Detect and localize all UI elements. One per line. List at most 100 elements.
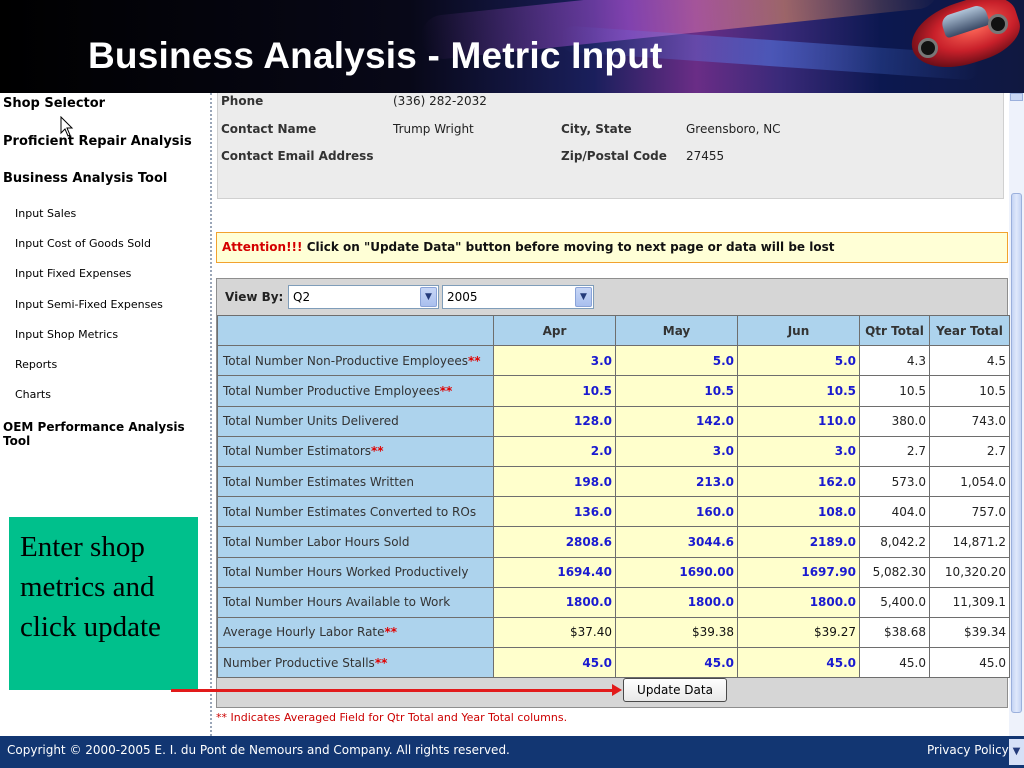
- content-scrollbar[interactable]: [1009, 93, 1024, 736]
- sidebar-item-reports[interactable]: Reports: [15, 358, 57, 371]
- metric-name: Total Number Productive Employees: [223, 383, 440, 398]
- metric-name-cell: Total Number Productive Employees**: [217, 375, 494, 407]
- metric-name-cell: Average Hourly Labor Rate**: [217, 616, 494, 649]
- mouse-cursor-icon: [60, 116, 74, 137]
- may-input-cell[interactable]: 45.0: [615, 647, 738, 679]
- footnote: ** Indicates Averaged Field for Qtr Tota…: [216, 711, 568, 724]
- footer-bar: Copyright © 2000-2005 E. I. du Pont de N…: [0, 736, 1024, 768]
- sidebar-item-input-fixed-expenses[interactable]: Input Fixed Expenses: [15, 267, 131, 280]
- may-input-cell[interactable]: 213.0: [615, 465, 738, 498]
- qtr-total-cell: 404.0: [859, 496, 930, 528]
- jun-input-cell[interactable]: 3.0: [737, 435, 860, 467]
- sidebar-item-charts[interactable]: Charts: [15, 388, 51, 401]
- chevron-down-icon[interactable]: ▼: [420, 287, 437, 307]
- quarter-select[interactable]: Q2 ▼: [288, 285, 439, 309]
- metric-name: Total Number Estimators: [223, 444, 372, 459]
- jun-input-cell[interactable]: 108.0: [737, 496, 860, 528]
- apr-input-cell[interactable]: 1800.0: [493, 586, 616, 618]
- may-input-cell[interactable]: 1690.00: [615, 556, 738, 588]
- apr-input-cell[interactable]: 128.0: [493, 405, 616, 437]
- apr-input-cell[interactable]: $37.40: [493, 616, 616, 649]
- apr-input-cell[interactable]: 2.0: [493, 435, 616, 467]
- scroll-down-icon[interactable]: ▼: [1009, 739, 1024, 765]
- city-state-label: City, State: [561, 122, 632, 136]
- update-data-button[interactable]: Update Data: [623, 678, 727, 702]
- apr-input-cell[interactable]: 10.5: [493, 375, 616, 407]
- metric-name: Total Number Hours Worked Productively: [223, 565, 469, 580]
- sidebar-item-input-sales[interactable]: Input Sales: [15, 207, 76, 220]
- may-input-cell[interactable]: 3.0: [615, 435, 738, 467]
- year-select[interactable]: 2005 ▼: [442, 285, 594, 309]
- header-apr: Apr: [493, 314, 616, 347]
- apr-input-cell[interactable]: 198.0: [493, 465, 616, 498]
- header-jun: Jun: [737, 314, 860, 347]
- metric-name: Number Productive Stalls: [223, 655, 375, 670]
- sidebar-item-shop-selector[interactable]: Shop Selector: [3, 96, 105, 111]
- jun-input-cell[interactable]: 110.0: [737, 405, 860, 437]
- table-row: Total Number Labor Hours Sold 2808.6 3044.…: [217, 526, 1010, 558]
- attention-banner: Attention!!! Click on "Update Data" butt…: [216, 232, 1008, 263]
- jun-input-cell[interactable]: 1697.90: [737, 556, 860, 588]
- may-input-cell[interactable]: 160.0: [615, 496, 738, 528]
- metric-name: Total Number Labor Hours Sold: [223, 534, 410, 549]
- sidebar-item-input-cogs[interactable]: Input Cost of Goods Sold: [15, 237, 151, 250]
- may-input-cell[interactable]: 5.0: [615, 345, 738, 377]
- view-by-label: View By:: [225, 290, 284, 304]
- car-wheel: [988, 14, 1008, 34]
- metric-name-cell: Total Number Estimators**: [217, 435, 494, 467]
- year-total-cell: 14,871.2: [929, 526, 1010, 558]
- phone-label: Phone: [221, 94, 264, 108]
- phone-value: (336) 282-2032: [393, 94, 487, 108]
- zip-label: Zip/Postal Code: [561, 149, 667, 163]
- jun-input-cell[interactable]: 10.5: [737, 375, 860, 407]
- scroll-up-button[interactable]: [1010, 93, 1023, 101]
- may-input-cell[interactable]: 3044.6: [615, 526, 738, 558]
- jun-input-cell[interactable]: 5.0: [737, 345, 860, 377]
- may-input-cell[interactable]: $39.38: [615, 616, 738, 649]
- metric-name: Total Number Non-Productive Employees: [223, 353, 468, 368]
- table-row: Total Number Productive Employees** 10.5 1…: [217, 375, 1010, 407]
- header-metric-column: [217, 314, 494, 347]
- contact-email-label: Contact Email Address: [221, 149, 374, 163]
- attention-prefix: Attention!!!: [222, 240, 303, 254]
- privacy-policy-link[interactable]: Privacy Policy: [927, 743, 1009, 757]
- chevron-down-icon[interactable]: ▼: [575, 287, 592, 307]
- may-input-cell[interactable]: 1800.0: [615, 586, 738, 618]
- apr-input-cell[interactable]: 3.0: [493, 345, 616, 377]
- metric-name-cell: Total Number Hours Worked Productively: [217, 556, 494, 588]
- table-row: Total Number Units Delivered 128.0 142.0 11…: [217, 405, 1010, 437]
- averaged-field-marker: **: [371, 444, 384, 459]
- table-row: Total Number Hours Worked Productively 16…: [217, 556, 1010, 588]
- apr-input-cell[interactable]: 136.0: [493, 496, 616, 528]
- jun-input-cell[interactable]: 2189.0: [737, 526, 860, 558]
- qtr-total-cell: 10.5: [859, 375, 930, 407]
- title-banner: Business Analysis - Metric Input: [0, 0, 1024, 93]
- qtr-total-cell: 5,082.30: [859, 556, 930, 588]
- sidebar-item-oem-performance[interactable]: OEM Performance Analysis Tool: [3, 420, 210, 448]
- sidebar-item-input-shop-metrics[interactable]: Input Shop Metrics: [15, 328, 118, 341]
- scrollbar-thumb[interactable]: [1011, 193, 1022, 713]
- may-input-cell[interactable]: 142.0: [615, 405, 738, 437]
- jun-input-cell[interactable]: 45.0: [737, 647, 860, 679]
- year-total-cell: 10.5: [929, 375, 1010, 407]
- jun-input-cell[interactable]: $39.27: [737, 616, 860, 649]
- averaged-field-marker: **: [439, 383, 453, 398]
- metric-name: Total Number Units Delivered: [223, 414, 399, 429]
- jun-input-cell[interactable]: 1800.0: [737, 586, 860, 618]
- table-row: Number Productive Stalls** 45.0 45.0 45.0 45…: [217, 647, 1010, 679]
- qtr-total-cell: 2.7: [859, 435, 930, 467]
- jun-input-cell[interactable]: 162.0: [737, 465, 860, 498]
- quarter-select-value: Q2: [293, 290, 311, 304]
- apr-input-cell[interactable]: 1694.40: [493, 556, 616, 588]
- zip-value: 27455: [686, 149, 725, 163]
- sidebar-item-input-semi-fixed-expenses[interactable]: Input Semi-Fixed Expenses: [15, 298, 163, 311]
- apr-input-cell[interactable]: 2808.6: [493, 526, 616, 558]
- header-year-total: Year Total: [929, 314, 1010, 347]
- apr-input-cell[interactable]: 45.0: [493, 647, 616, 679]
- header-may: May: [615, 314, 738, 347]
- may-input-cell[interactable]: 10.5: [615, 375, 738, 407]
- sidebar-item-business-analysis-tool[interactable]: Business Analysis Tool: [3, 171, 167, 186]
- metric-name-cell: Number Productive Stalls**: [217, 647, 494, 679]
- year-select-value: 2005: [447, 290, 478, 304]
- sidebar-item-proficient-repair-analysis[interactable]: Proficient Repair Analysis: [3, 134, 192, 149]
